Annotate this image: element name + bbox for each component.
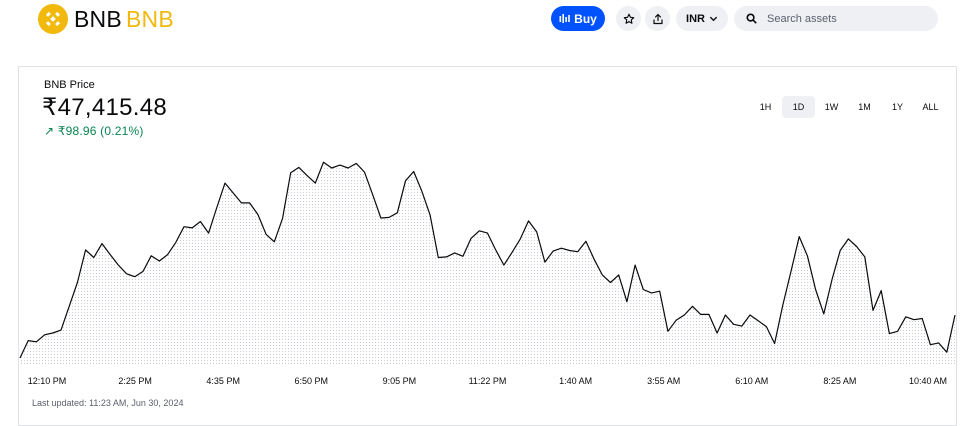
price-chart: 12:10 PM 2:25 PM 4:35 PM 6:50 PM 9:05 PM 11:2…	[19, 161, 956, 386]
x-tick-label: 2:25 PM	[118, 376, 152, 386]
x-tick-label: 11:22 PM	[469, 376, 507, 386]
x-tick-label: 3:55 AM	[647, 376, 680, 386]
x-tick-label: 12:10 PM	[28, 376, 67, 386]
price-area-fill	[20, 162, 955, 365]
x-tick-label: 1:40 AM	[559, 376, 592, 386]
last-updated: Last updated: 11:23 AM, Jun 30, 2024	[32, 398, 184, 408]
x-tick-label: 10:40 AM	[909, 376, 947, 386]
x-tick-label: 6:50 PM	[295, 376, 329, 386]
x-tick-label: 6:10 AM	[735, 376, 768, 386]
x-tick-label: 8:25 AM	[823, 376, 856, 386]
x-tick-label: 9:05 PM	[383, 376, 417, 386]
x-tick-label: 4:35 PM	[206, 376, 240, 386]
